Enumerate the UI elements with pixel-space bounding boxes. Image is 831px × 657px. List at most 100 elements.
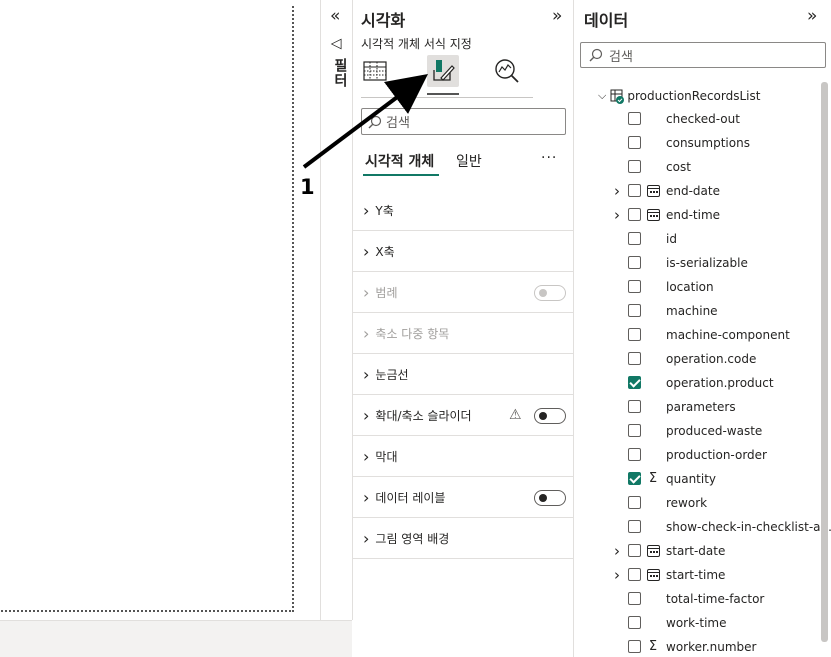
table-icon (610, 89, 625, 104)
field-row[interactable]: machine (574, 299, 819, 323)
toggle-switch[interactable] (534, 490, 566, 506)
chevron-down-icon[interactable]: ⌵ (598, 89, 606, 103)
data-scrollbar[interactable] (821, 82, 828, 642)
divider (361, 97, 533, 98)
format-section[interactable]: › 막대 (353, 436, 574, 477)
field-checkbox[interactable] (628, 208, 641, 221)
field-checkbox[interactable] (628, 280, 641, 293)
field-checkbox[interactable] (628, 472, 641, 485)
field-checkbox[interactable] (628, 328, 641, 341)
format-section[interactable]: › 확대/축소 슬라이더 ⚠ (353, 395, 574, 436)
field-checkbox[interactable] (628, 232, 641, 245)
chevron-right-icon[interactable]: › (363, 447, 369, 466)
report-canvas[interactable] (0, 0, 320, 657)
funnel-icon: ▽ (328, 38, 345, 50)
field-row[interactable]: › start-date (574, 539, 819, 563)
table-node[interactable]: ⌵ productionRecordsList (598, 86, 760, 106)
field-row[interactable]: show-check-in-checklist-an... (574, 515, 831, 539)
field-row[interactable]: › start-time (574, 563, 819, 587)
field-row[interactable]: id (574, 227, 819, 251)
sigma-icon: Σ (648, 639, 658, 654)
format-visual-icon[interactable] (427, 55, 459, 87)
chevron-right-icon[interactable]: › (363, 242, 369, 261)
field-row[interactable]: cost (574, 155, 819, 179)
data-search-input[interactable]: 검색 (580, 42, 826, 68)
format-search-input[interactable]: 검색 (361, 108, 566, 135)
field-checkbox[interactable] (628, 112, 641, 125)
search-icon (368, 115, 382, 128)
chevron-right-icon[interactable]: › (614, 206, 620, 224)
chevron-right-icon[interactable]: › (614, 542, 620, 560)
format-section[interactable]: › Y축 (353, 190, 574, 231)
field-checkbox[interactable] (628, 592, 641, 605)
field-checkbox[interactable] (628, 496, 641, 509)
field-checkbox[interactable] (628, 520, 641, 533)
format-section[interactable]: › 범례 (353, 272, 574, 313)
format-section[interactable]: › X축 (353, 231, 574, 272)
build-visual-icon[interactable] (359, 55, 391, 87)
field-row[interactable]: › end-date (574, 179, 819, 203)
chevron-right-icon[interactable]: › (614, 566, 620, 584)
chevron-right-icon[interactable]: › (363, 201, 369, 220)
field-checkbox[interactable] (628, 184, 641, 197)
field-row[interactable]: checked-out (574, 107, 819, 131)
format-section-label: 범례 (375, 285, 398, 300)
field-checkbox[interactable] (628, 640, 641, 653)
filters-pane-collapsed[interactable]: « ▽ 필터 (320, 0, 353, 620)
field-row[interactable]: Σquantity (574, 467, 819, 491)
field-checkbox[interactable] (628, 376, 641, 389)
tab-general[interactable]: 일반 (456, 151, 482, 171)
filters-label[interactable]: 필터 (330, 58, 350, 88)
format-section-label: 그림 영역 배경 (375, 531, 450, 546)
field-checkbox[interactable] (628, 568, 641, 581)
field-row[interactable]: total-time-factor (574, 587, 819, 611)
expand-filters-icon[interactable]: « (330, 6, 340, 26)
chevron-right-icon[interactable]: › (363, 488, 369, 507)
field-row[interactable]: Σworker.number (574, 635, 819, 657)
field-row[interactable]: › end-time (574, 203, 819, 227)
field-name: cost (666, 160, 691, 174)
collapse-data-icon[interactable]: » (807, 6, 817, 26)
field-checkbox[interactable] (628, 544, 641, 557)
field-row[interactable]: work-time (574, 611, 819, 635)
field-row[interactable]: produced-waste (574, 419, 819, 443)
field-name: rework (666, 496, 708, 510)
format-section[interactable]: › 그림 영역 배경 (353, 518, 574, 559)
format-section[interactable]: › 축소 다중 항목 (353, 313, 574, 354)
chevron-right-icon[interactable]: › (614, 182, 620, 200)
field-checkbox[interactable] (628, 424, 641, 437)
toggle-switch[interactable] (534, 408, 566, 424)
chevron-right-icon[interactable]: › (363, 529, 369, 548)
tab-visual[interactable]: 시각적 개체 (365, 151, 434, 171)
collapse-visualizations-icon[interactable]: » (552, 6, 562, 26)
field-checkbox[interactable] (628, 400, 641, 413)
chevron-right-icon[interactable]: › (363, 283, 369, 302)
calendar-icon (646, 544, 660, 558)
field-row[interactable]: consumptions (574, 131, 819, 155)
chevron-right-icon[interactable]: › (363, 406, 369, 425)
field-row[interactable]: is-serializable (574, 251, 819, 275)
chevron-right-icon[interactable]: › (363, 365, 369, 384)
field-row[interactable]: machine-component (574, 323, 819, 347)
field-checkbox[interactable] (628, 136, 641, 149)
chevron-right-icon[interactable]: › (363, 324, 369, 343)
field-checkbox[interactable] (628, 616, 641, 629)
field-row[interactable]: operation.product (574, 371, 819, 395)
field-name: id (666, 232, 677, 246)
format-section[interactable]: › 데이터 레이블 (353, 477, 574, 518)
field-row[interactable]: production-order (574, 443, 819, 467)
format-section[interactable]: › 눈금선 (353, 354, 574, 395)
field-checkbox[interactable] (628, 352, 641, 365)
field-checkbox[interactable] (628, 256, 641, 269)
field-row[interactable]: operation.code (574, 347, 819, 371)
field-checkbox[interactable] (628, 160, 641, 173)
format-tab-indicator (427, 93, 459, 95)
field-checkbox[interactable] (628, 304, 641, 317)
field-row[interactable]: parameters (574, 395, 819, 419)
field-row[interactable]: rework (574, 491, 819, 515)
format-section-label: 막대 (375, 449, 398, 464)
more-options-icon[interactable]: ··· (541, 150, 557, 166)
field-row[interactable]: location (574, 275, 819, 299)
field-checkbox[interactable] (628, 448, 641, 461)
analytics-magnifier-icon[interactable] (491, 55, 523, 87)
